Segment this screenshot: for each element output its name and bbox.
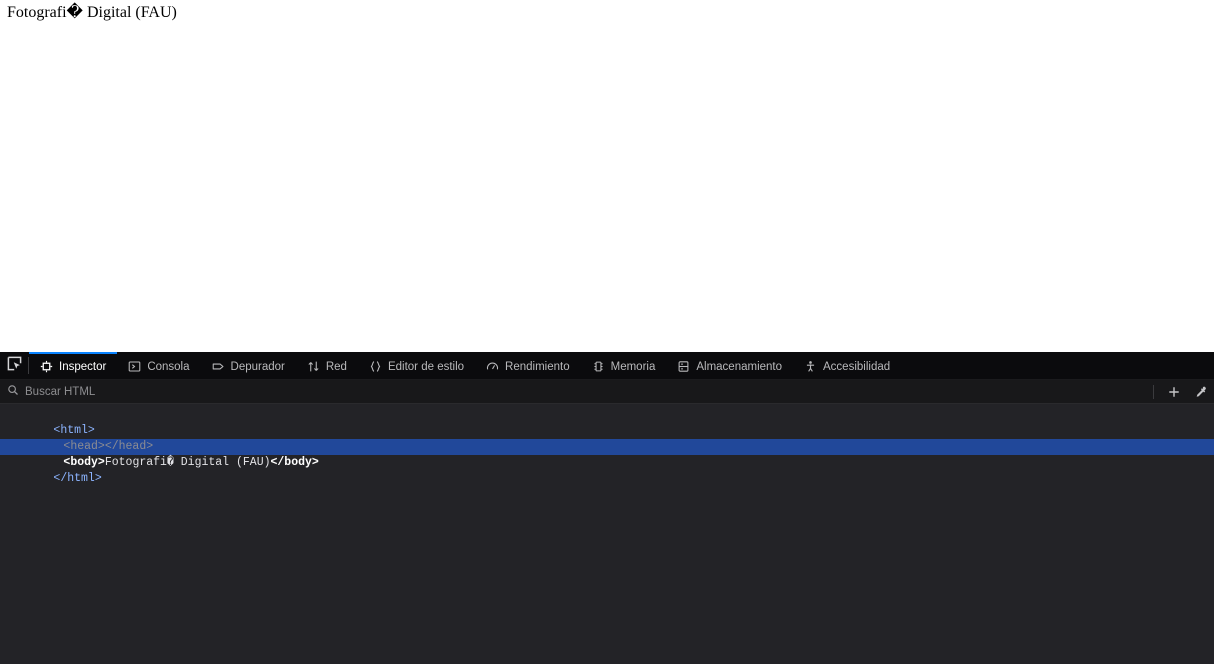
tab-style-editor-label: Editor de estilo bbox=[387, 360, 465, 373]
search-input[interactable] bbox=[25, 380, 445, 403]
search-field-wrap[interactable] bbox=[0, 380, 1151, 403]
tab-memory[interactable]: Memoria bbox=[581, 352, 667, 379]
tab-performance-label: Rendimiento bbox=[505, 360, 570, 373]
markup-search-bar bbox=[0, 380, 1214, 404]
search-icon bbox=[7, 383, 19, 401]
network-icon bbox=[307, 360, 320, 373]
search-bar-divider bbox=[1153, 384, 1154, 399]
tab-accessibility-label: Accesibilidad bbox=[823, 360, 891, 373]
markup-tag-close: </body> bbox=[270, 456, 319, 469]
tab-console[interactable]: Consola bbox=[117, 352, 200, 379]
markup-tag: </html> bbox=[53, 472, 102, 485]
plus-icon bbox=[1168, 386, 1179, 397]
braces-icon bbox=[369, 360, 382, 373]
inspector-icon bbox=[40, 360, 53, 373]
tab-style-editor[interactable]: Editor de estilo bbox=[358, 352, 475, 379]
markup-tag: <html> bbox=[53, 424, 95, 437]
color-picker-button[interactable] bbox=[1187, 380, 1214, 403]
markup-text-node: Fotografi� Digital (FAU) bbox=[104, 456, 271, 469]
performance-icon bbox=[486, 360, 499, 373]
markup-tree[interactable]: <html> <head></head> <body>Fotografi� Di… bbox=[0, 404, 1214, 664]
search-bar-actions bbox=[1151, 380, 1214, 403]
eyedropper-icon bbox=[1196, 386, 1206, 397]
page-body-text: Fotografi� Digital (FAU) bbox=[7, 4, 177, 21]
element-picker-button[interactable] bbox=[0, 352, 28, 379]
tab-storage[interactable]: Almacenamiento bbox=[666, 352, 793, 379]
tab-performance[interactable]: Rendimiento bbox=[475, 352, 581, 379]
storage-icon bbox=[677, 360, 690, 373]
tab-console-label: Consola bbox=[147, 360, 190, 373]
tab-accessibility[interactable]: Accesibilidad bbox=[793, 352, 901, 379]
tab-storage-label: Almacenamiento bbox=[696, 360, 783, 373]
add-node-button[interactable] bbox=[1160, 380, 1187, 403]
tab-network-label: Red bbox=[325, 360, 347, 373]
markup-tag: <head></head> bbox=[63, 440, 154, 453]
tab-inspector[interactable]: Inspector bbox=[29, 352, 118, 379]
tab-debugger[interactable]: Depurador bbox=[201, 352, 296, 379]
tab-network[interactable]: Red bbox=[296, 352, 358, 379]
markup-node-body[interactable]: <body>Fotografi� Digital (FAU)</body> bbox=[0, 439, 1214, 469]
devtools-tab-list: Inspector Consola Depurador Red Editor d… bbox=[29, 352, 1214, 379]
memory-chip-icon bbox=[592, 360, 605, 373]
devtools-panel: Inspector Consola Depurador Red Editor d… bbox=[0, 352, 1214, 664]
markup-tag-open: <body> bbox=[63, 456, 105, 469]
markup-node-html-open[interactable]: <html> bbox=[0, 407, 1214, 437]
markup-node-head[interactable]: <head></head> bbox=[0, 423, 1214, 453]
console-icon bbox=[128, 360, 141, 373]
devtools-toolbar: Inspector Consola Depurador Red Editor d… bbox=[0, 352, 1214, 380]
accessibility-icon bbox=[804, 360, 817, 373]
page-content-view: Fotografi� Digital (FAU) bbox=[0, 0, 1214, 352]
debugger-icon bbox=[212, 360, 225, 373]
tab-memory-label: Memoria bbox=[610, 360, 656, 373]
element-picker-icon bbox=[7, 356, 22, 376]
tab-debugger-label: Depurador bbox=[230, 360, 285, 373]
tab-inspector-label: Inspector bbox=[59, 360, 107, 373]
